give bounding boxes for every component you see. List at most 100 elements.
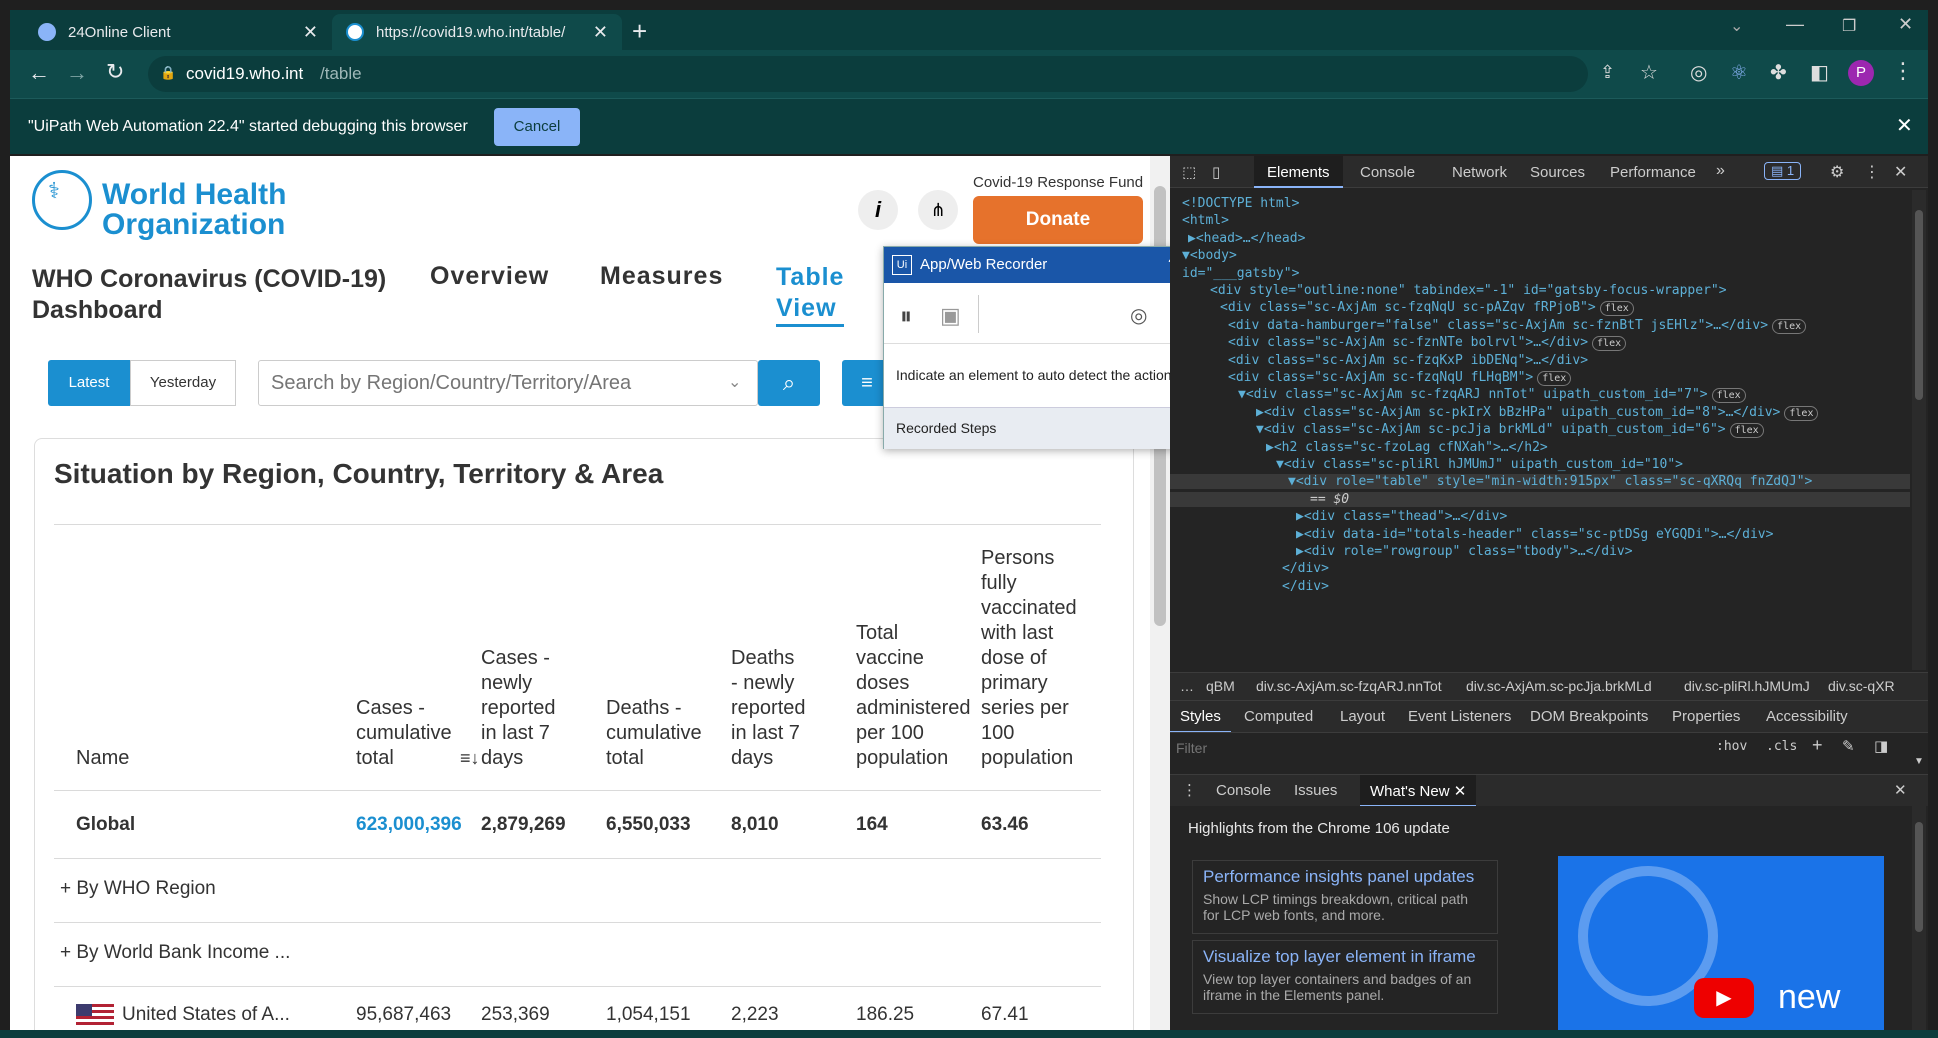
scrollbar-thumb[interactable]: [1915, 210, 1923, 400]
close-devtools-icon[interactable]: ✕: [1894, 162, 1907, 182]
tab-24online[interactable]: 24Online Client ✕: [24, 14, 332, 50]
col-deaths-cumulative[interactable]: Deaths - cumulative total: [606, 696, 702, 771]
drawer-tab-issues[interactable]: Issues: [1294, 782, 1337, 799]
flex-badge[interactable]: flex: [1784, 405, 1819, 421]
dom-node-line[interactable]: == $0: [1170, 491, 1910, 507]
tab-styles[interactable]: Styles: [1170, 701, 1231, 733]
tab-network[interactable]: Network: [1452, 164, 1507, 181]
dom-node-line[interactable]: ▶<div class="thead">…</div>: [1296, 509, 1507, 524]
scroll-down-icon[interactable]: ▼: [1914, 756, 1924, 767]
tab-who-table[interactable]: https://covid19.who.int/table/ ✕: [332, 14, 622, 50]
col-deaths-new[interactable]: Deaths - newly reported in last 7 days: [731, 646, 806, 771]
col-cases-cumulative[interactable]: Cases - cumulative total: [356, 696, 452, 771]
more-tabs-icon[interactable]: »: [1716, 162, 1725, 180]
dom-node-line[interactable]: <!DOCTYPE html>: [1182, 196, 1299, 211]
forward-icon[interactable]: →: [66, 60, 88, 86]
tab-event-listeners[interactable]: Event Listeners: [1408, 708, 1511, 725]
dom-tree[interactable]: <!DOCTYPE html> <html> ▶<head>…</head> ▼<bo…: [1170, 190, 1910, 670]
breadcrumb-item[interactable]: qBM: [1206, 678, 1235, 694]
dom-node-line[interactable]: <div data-hamburger="false" class="sc-Ax…: [1228, 318, 1807, 334]
dom-node-line[interactable]: </div>: [1282, 579, 1329, 594]
sort-desc-icon[interactable]: ≡↓: [460, 748, 480, 769]
tab-elements[interactable]: Elements: [1254, 156, 1343, 188]
breadcrumb-item[interactable]: div.sc-pliRl.hJMUmJ: [1684, 678, 1810, 694]
close-window-icon[interactable]: ✕: [1898, 14, 1913, 35]
nav-measures[interactable]: Measures: [600, 262, 723, 291]
breadcrumb-item[interactable]: div.sc-qXR: [1828, 678, 1895, 694]
tab-search-icon[interactable]: ⌄: [1730, 16, 1743, 36]
dom-node-line[interactable]: <div class="sc-AxjAm sc-fznNTe bolrvl">……: [1228, 335, 1627, 352]
tab-computed[interactable]: Computed: [1244, 708, 1313, 725]
devtools-menu-icon[interactable]: ⋮: [1864, 162, 1880, 182]
latest-toggle[interactable]: Latest: [48, 360, 130, 406]
dom-node-line[interactable]: ▼<div class="sc-AxjAm sc-fzqARJ nnTot" u…: [1238, 387, 1746, 404]
tab-properties[interactable]: Properties: [1672, 708, 1740, 725]
inspect-element-icon[interactable]: ⬚: [1182, 163, 1196, 181]
sidebar-toggle-icon[interactable]: ◨: [1874, 737, 1888, 755]
tab-layout[interactable]: Layout: [1340, 708, 1385, 725]
reload-icon[interactable]: ↻: [106, 59, 124, 85]
flex-badge[interactable]: flex: [1729, 423, 1764, 439]
close-tab-icon[interactable]: ✕: [303, 22, 318, 43]
global-cases-link[interactable]: 623,000,396: [356, 814, 462, 836]
new-tab-button[interactable]: +: [632, 16, 647, 47]
tab-sources[interactable]: Sources: [1530, 164, 1585, 181]
paint-icon[interactable]: ✎: [1842, 737, 1855, 755]
search-icon[interactable]: ⌕: [758, 360, 820, 406]
close-tab-icon[interactable]: ✕: [593, 22, 608, 43]
extension-target-icon[interactable]: ◎: [1690, 60, 1707, 85]
breadcrumb-item[interactable]: div.sc-AxjAm.sc-fzqARJ.nnTot: [1256, 678, 1442, 694]
close-drawer-icon[interactable]: ✕: [1894, 781, 1907, 799]
card-title[interactable]: Performance insights panel updates: [1203, 867, 1487, 887]
breadcrumb-item[interactable]: div.sc-AxjAm.sc-pcJja.brkMLd: [1466, 678, 1652, 694]
dom-node-line[interactable]: <div class="sc-AxjAm sc-fzqNqU sc-pAZqv …: [1220, 300, 1634, 317]
dom-node-line[interactable]: ▶<h2 class="sc-fzoLag cfNXah">…</h2>: [1266, 440, 1548, 455]
menu-kebab-icon[interactable]: ⋮: [1892, 58, 1914, 84]
tab-console[interactable]: Console: [1360, 164, 1415, 181]
drawer-tab-whats-new[interactable]: What's New ✕: [1360, 775, 1477, 807]
nav-overview[interactable]: Overview: [430, 262, 549, 291]
donate-button[interactable]: Donate: [973, 196, 1143, 244]
address-bar[interactable]: 🔒 covid19.who.int /table: [148, 56, 1588, 92]
card-title[interactable]: Visualize top layer element in iframe: [1203, 947, 1487, 967]
col-name[interactable]: Name: [76, 746, 129, 771]
dom-scrollbar[interactable]: [1912, 190, 1926, 670]
back-icon[interactable]: ←: [28, 60, 50, 86]
cls-toggle[interactable]: .cls: [1766, 739, 1797, 754]
by-who-region-toggle[interactable]: + By WHO Region: [60, 878, 216, 900]
pause-icon[interactable]: ⏸: [900, 303, 912, 331]
dom-node-line[interactable]: ▶<head>…</head>: [1188, 231, 1305, 246]
play-icon[interactable]: ▶: [1694, 978, 1754, 1018]
share-icon[interactable]: ⋔: [918, 190, 958, 230]
dom-node-line[interactable]: ▼<div class="sc-pliRl hJMUmJ" uipath_cus…: [1276, 457, 1683, 472]
nav-table-view[interactable]: Table View: [776, 262, 845, 327]
flex-badge[interactable]: flex: [1772, 318, 1807, 334]
flex-badge[interactable]: flex: [1599, 301, 1634, 317]
settings-gear-icon[interactable]: ⚙: [1830, 162, 1844, 182]
device-toolbar-icon[interactable]: ▯: [1212, 163, 1220, 181]
region-search-input[interactable]: [258, 360, 758, 406]
col-fully-vaccinated[interactable]: Persons fully vaccinated with last dose of pr…: [981, 546, 1077, 771]
flex-badge[interactable]: flex: [1537, 371, 1572, 386]
bookmark-star-icon[interactable]: ☆: [1640, 60, 1658, 85]
dom-node-line[interactable]: <div style="outline:none" tabindex="-1" …: [1210, 283, 1727, 298]
tab-performance[interactable]: Performance: [1610, 164, 1696, 181]
target-icon[interactable]: ◎: [1130, 303, 1147, 328]
cancel-debug-button[interactable]: Cancel: [494, 108, 580, 146]
side-panel-icon[interactable]: ◧: [1810, 60, 1829, 85]
hov-toggle[interactable]: :hov: [1716, 739, 1747, 754]
dom-node-line[interactable]: </div>: [1282, 561, 1329, 576]
extensions-puzzle-icon[interactable]: ✤: [1770, 60, 1787, 85]
dom-node-line[interactable]: ▶<div class="sc-AxjAm sc-pkIrX bBzHPa" u…: [1256, 405, 1819, 421]
yesterday-toggle[interactable]: Yesterday: [130, 360, 236, 406]
breadcrumb-more[interactable]: …: [1180, 678, 1194, 694]
close-tab-icon[interactable]: ✕: [1454, 783, 1467, 800]
info-icon[interactable]: i: [858, 190, 898, 230]
col-cases-new[interactable]: Cases - newly reported in last 7 days: [481, 646, 556, 771]
issues-badge[interactable]: ▤ 1: [1764, 162, 1802, 180]
whats-new-video[interactable]: ▶ new: [1558, 856, 1884, 1030]
col-vaccine-doses[interactable]: Total vaccine doses administered per 100 popu…: [856, 621, 971, 771]
dom-node-line[interactable]: ▼<body>: [1182, 248, 1237, 263]
news-card[interactable]: Performance insights panel updates Show …: [1192, 860, 1498, 934]
flex-badge[interactable]: flex: [1592, 336, 1627, 352]
